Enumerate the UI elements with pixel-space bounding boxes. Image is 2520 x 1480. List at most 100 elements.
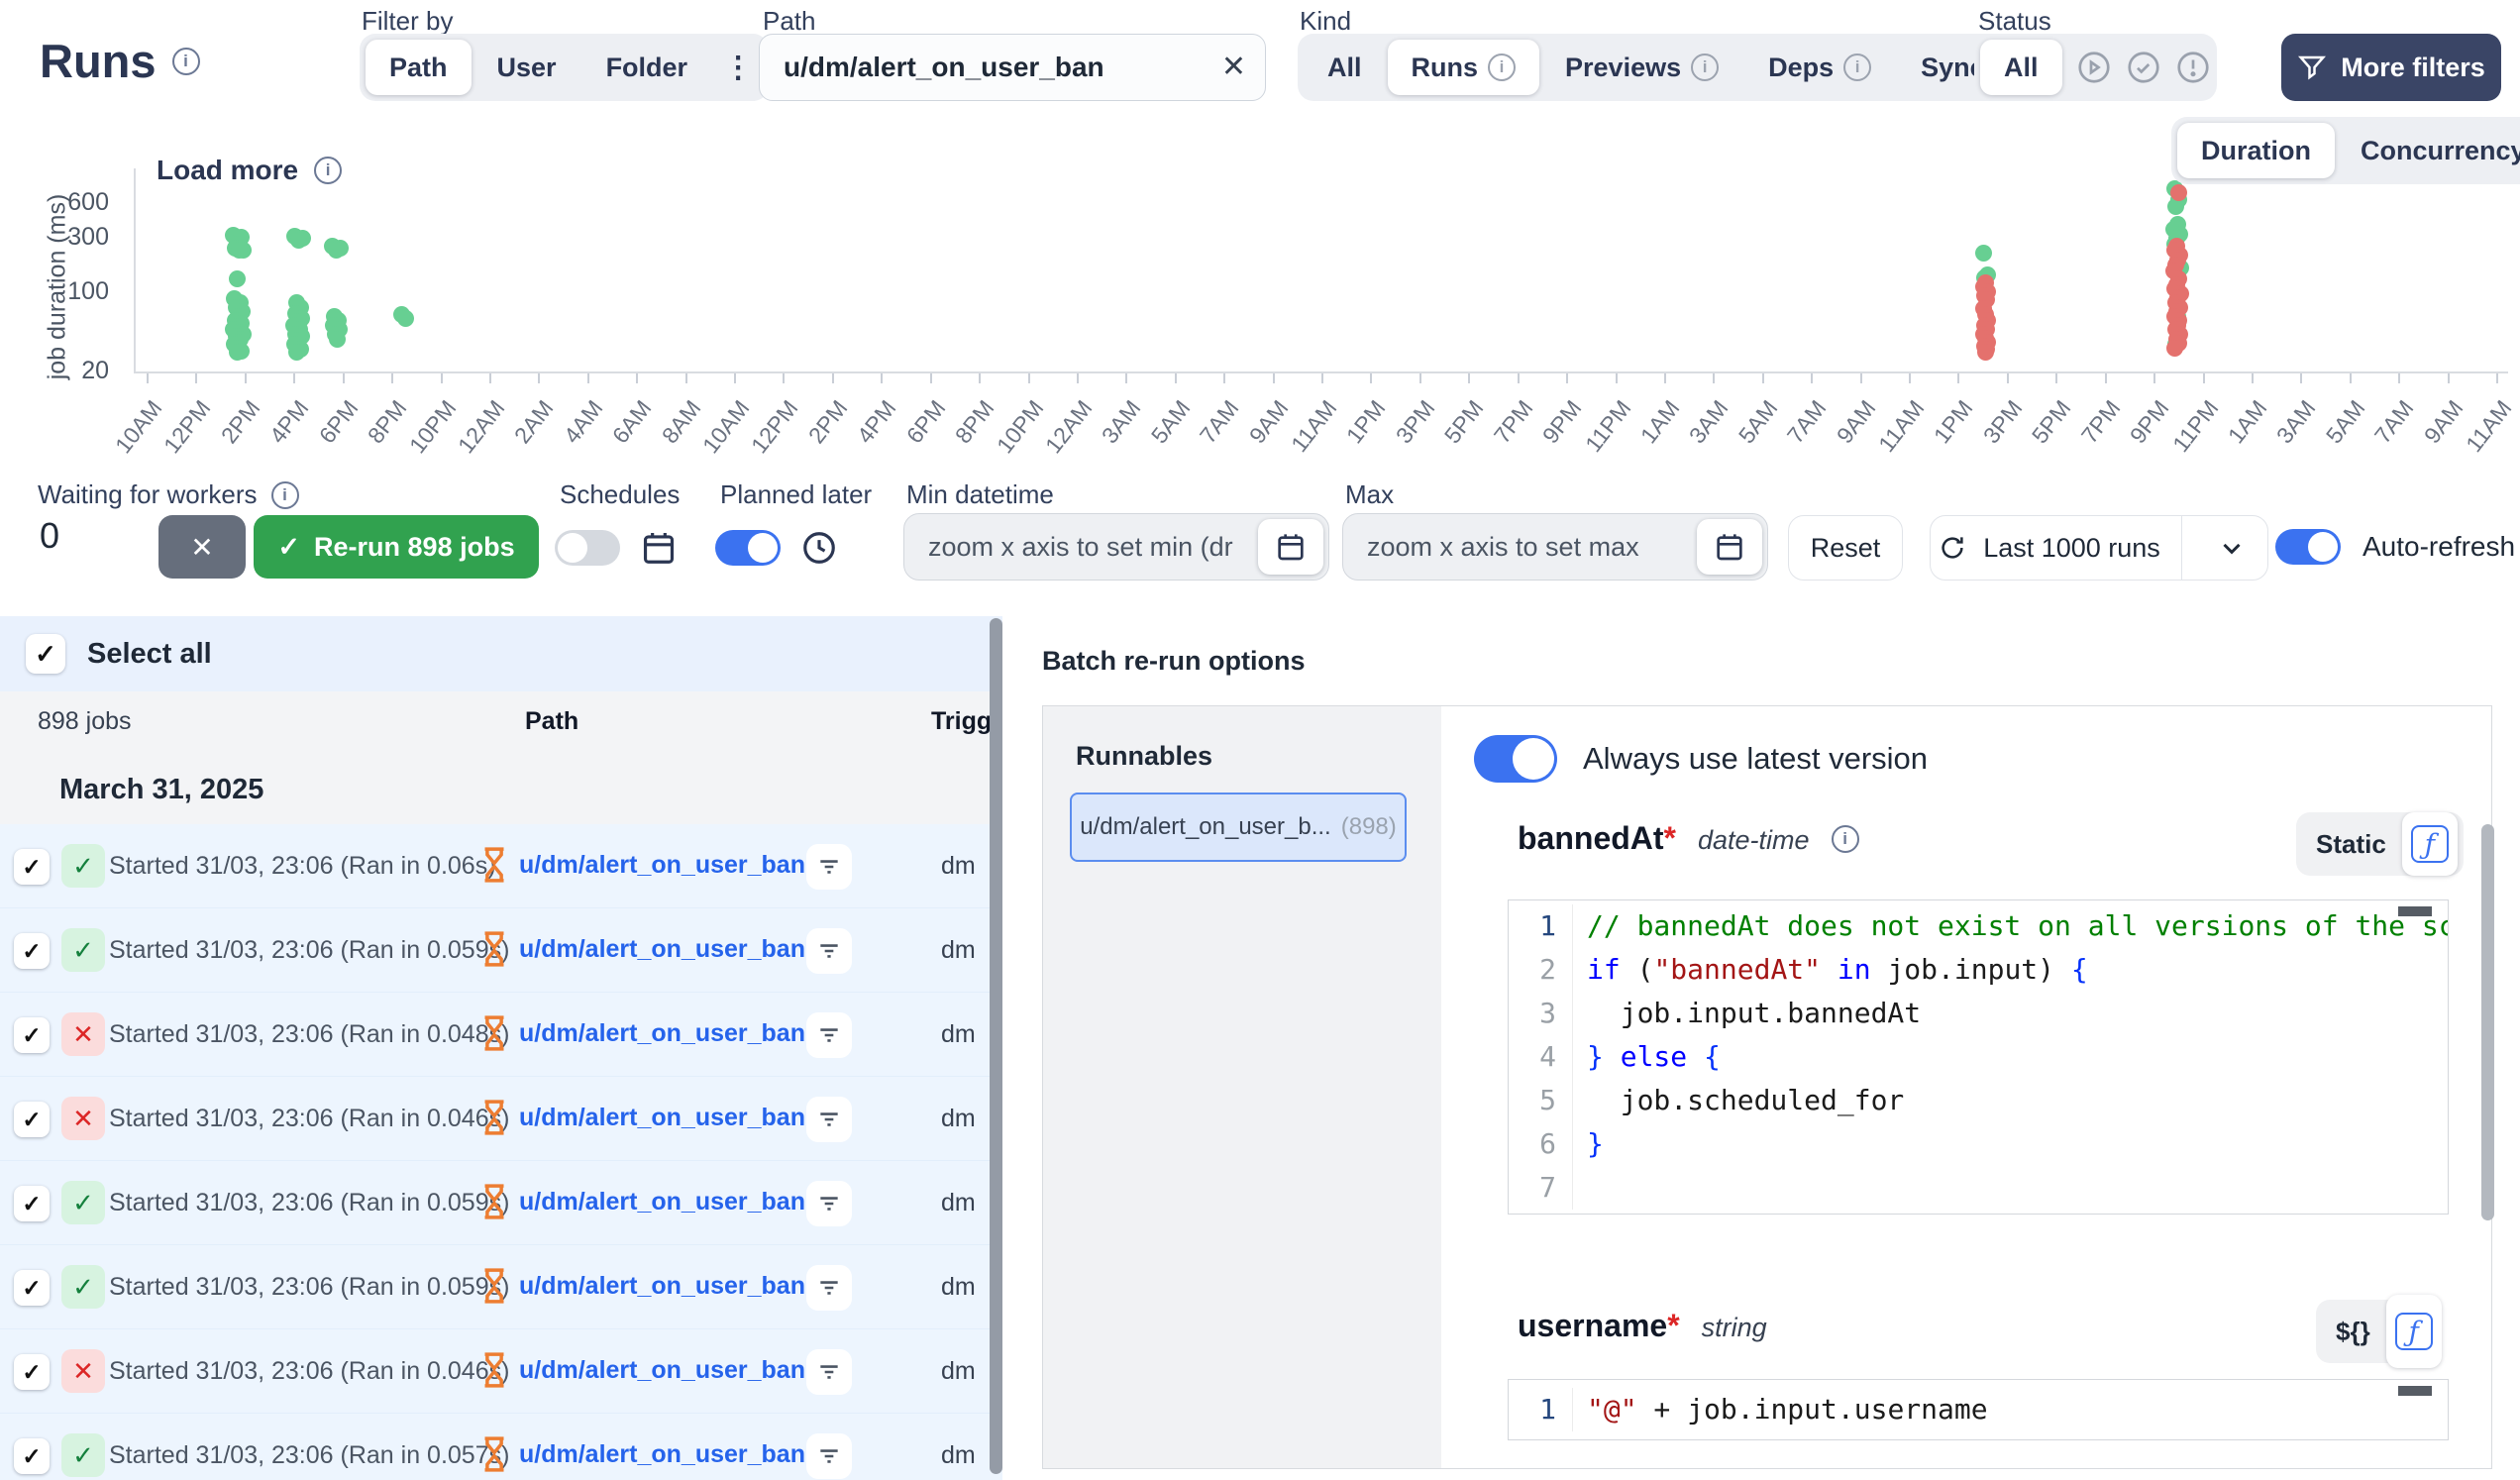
table-row[interactable]: ✓ ✕ Started 31/03, 23:06 (Ran in 0.046s)…: [0, 1329, 1002, 1414]
job-path-link[interactable]: u/dm/alert_on_user_ban: [519, 1104, 805, 1132]
runs-duration-chart[interactable]: job duration (ms) 60030010020 10AM12PM2P…: [0, 114, 2520, 471]
filter-option-folder[interactable]: Folder: [582, 40, 712, 95]
filter-option-user[interactable]: User: [473, 40, 580, 95]
last-runs-dropdown-button[interactable]: [2196, 533, 2267, 563]
status-failure-icon[interactable]: [2175, 50, 2211, 85]
x-tick-mark: [832, 373, 834, 383]
schedules-toggle[interactable]: [555, 530, 620, 566]
scatter-point-success[interactable]: [1975, 245, 1992, 262]
job-path-link[interactable]: u/dm/alert_on_user_ban: [519, 1019, 805, 1048]
tab-duration[interactable]: Duration: [2177, 123, 2335, 178]
latest-version-toggle[interactable]: [1474, 735, 1557, 783]
select-all-checkbox[interactable]: ✓: [26, 634, 65, 674]
clear-path-icon[interactable]: ✕: [1221, 50, 1246, 84]
jobs-list-scrollbar[interactable]: [990, 618, 1002, 1474]
status-option-all[interactable]: All: [1980, 40, 2062, 95]
scatter-point-failure[interactable]: [2170, 184, 2187, 201]
path-input[interactable]: [759, 34, 1266, 101]
scatter-point-success[interactable]: [328, 242, 345, 259]
scatter-point-success[interactable]: [229, 270, 246, 287]
row-filter-button[interactable]: [806, 1349, 852, 1395]
max-datetime-calendar-button[interactable]: [1697, 519, 1762, 575]
x-tick-mark: [441, 373, 443, 383]
scatter-point-success[interactable]: [290, 232, 307, 249]
field-type: date-time: [1698, 825, 1810, 856]
row-filter-button[interactable]: [806, 1265, 852, 1311]
table-row[interactable]: ✓ ✓ Started 31/03, 23:06 (Ran in 0.059s)…: [0, 1161, 1002, 1245]
table-row[interactable]: ✓ ✓ Started 31/03, 23:06 (Ran in 0.057s)…: [0, 1414, 1002, 1480]
filter-lines-icon: [816, 854, 842, 880]
tab-concurrency[interactable]: Concurrency: [2337, 123, 2520, 178]
refresh-runs-button[interactable]: Last 1000 runs: [1931, 533, 2167, 564]
job-started-text: Started 31/03, 23:06 (Ran in 0.048s): [109, 1020, 509, 1049]
job-path-link[interactable]: u/dm/alert_on_user_ban: [519, 1188, 805, 1216]
runnable-chip[interactable]: u/dm/alert_on_user_b... (898): [1070, 793, 1407, 862]
status-running-icon[interactable]: [2076, 50, 2112, 85]
job-path-link[interactable]: u/dm/alert_on_user_ban: [519, 1440, 805, 1469]
function-icon: ƒ: [2411, 825, 2449, 863]
row-checkbox[interactable]: ✓: [14, 1438, 50, 1474]
row-checkbox[interactable]: ✓: [14, 849, 50, 885]
kind-option-runs[interactable]: Runs i: [1388, 40, 1540, 95]
template-mode-label[interactable]: ${}: [2336, 1317, 2370, 1347]
filter-more-menu-icon[interactable]: ⋮: [713, 51, 763, 85]
row-filter-button[interactable]: [806, 1097, 852, 1142]
username-code-editor[interactable]: 1"@" + job.input.username: [1508, 1379, 2449, 1440]
row-checkbox[interactable]: ✓: [14, 1186, 50, 1221]
username-fx-button[interactable]: ƒ: [2386, 1295, 2442, 1368]
line-number: 1: [1509, 904, 1573, 948]
planned-later-toggle[interactable]: [715, 530, 781, 566]
job-path-link[interactable]: u/dm/alert_on_user_ban: [519, 1356, 805, 1385]
row-filter-button[interactable]: [806, 928, 852, 974]
auto-refresh-toggle[interactable]: [2275, 529, 2341, 565]
static-mode-label[interactable]: Static: [2316, 829, 2386, 860]
table-row[interactable]: ✓ ✓ Started 31/03, 23:06 (Ran in 0.059s)…: [0, 908, 1002, 993]
table-row[interactable]: ✓ ✕ Started 31/03, 23:06 (Ran in 0.046s)…: [0, 1077, 1002, 1161]
rerun-jobs-button[interactable]: ✓ Re-run 898 jobs: [254, 515, 539, 579]
job-path-link[interactable]: u/dm/alert_on_user_ban: [519, 851, 805, 880]
min-datetime-calendar-button[interactable]: [1258, 519, 1323, 575]
load-more-label: Load more: [157, 155, 298, 186]
bannedat-code-editor[interactable]: 1// bannedAt does not exist on all versi…: [1508, 899, 2449, 1215]
scatter-point-success[interactable]: [288, 344, 305, 361]
scatter-point-success[interactable]: [329, 331, 346, 348]
filter-option-path[interactable]: Path: [366, 40, 472, 95]
table-row[interactable]: ✓ ✓ Started 31/03, 23:06 (Ran in 0.06s) …: [0, 824, 1002, 908]
kind-option-deps[interactable]: Deps i: [1744, 40, 1895, 95]
status-success-icon[interactable]: [2126, 50, 2161, 85]
load-more-button[interactable]: Load more i: [157, 155, 342, 186]
row-checkbox[interactable]: ✓: [14, 1354, 50, 1390]
row-checkbox[interactable]: ✓: [14, 1017, 50, 1053]
job-path-link[interactable]: u/dm/alert_on_user_ban: [519, 1272, 805, 1301]
cancel-selection-button[interactable]: ✕: [158, 515, 246, 579]
table-row[interactable]: ✓ ✓ Started 31/03, 23:06 (Ran in 0.059s)…: [0, 1245, 1002, 1329]
runs-info-icon[interactable]: i: [172, 48, 200, 75]
row-checkbox[interactable]: ✓: [14, 933, 50, 969]
row-checkbox[interactable]: ✓: [14, 1102, 50, 1137]
scatter-point-success[interactable]: [397, 310, 414, 327]
required-asterisk: *: [1664, 820, 1676, 856]
row-filter-button[interactable]: [806, 844, 852, 890]
row-filter-button[interactable]: [806, 1181, 852, 1226]
job-trigger: dm: [941, 1441, 976, 1470]
job-path-link[interactable]: u/dm/alert_on_user_ban: [519, 935, 805, 964]
kind-option-all[interactable]: All: [1304, 40, 1386, 95]
row-filter-button[interactable]: [806, 1433, 852, 1479]
table-row[interactable]: ✓ ✕ Started 31/03, 23:06 (Ran in 0.048s)…: [0, 993, 1002, 1077]
scatter-point-failure[interactable]: [2166, 340, 2183, 357]
code-line: 1"@" + job.input.username: [1509, 1388, 2448, 1431]
kind-option-previews[interactable]: Previews i: [1541, 40, 1742, 95]
x-tick-mark: [1664, 373, 1666, 383]
job-trigger: dm: [941, 1105, 976, 1133]
row-filter-button[interactable]: [806, 1012, 852, 1058]
reset-button[interactable]: Reset: [1788, 515, 1903, 581]
chevron-down-icon: [2217, 533, 2247, 563]
more-filters-button[interactable]: More filters: [2281, 34, 2501, 101]
bannedat-info-icon[interactable]: i: [1832, 825, 1859, 853]
bannedat-fx-button[interactable]: ƒ: [2402, 812, 2458, 876]
scatter-point-failure[interactable]: [1977, 344, 1994, 361]
load-more-info-icon: i: [314, 157, 342, 184]
row-checkbox[interactable]: ✓: [14, 1270, 50, 1306]
panel-scrollbar[interactable]: [2481, 824, 2494, 1220]
x-tick-mark: [1321, 373, 1323, 383]
